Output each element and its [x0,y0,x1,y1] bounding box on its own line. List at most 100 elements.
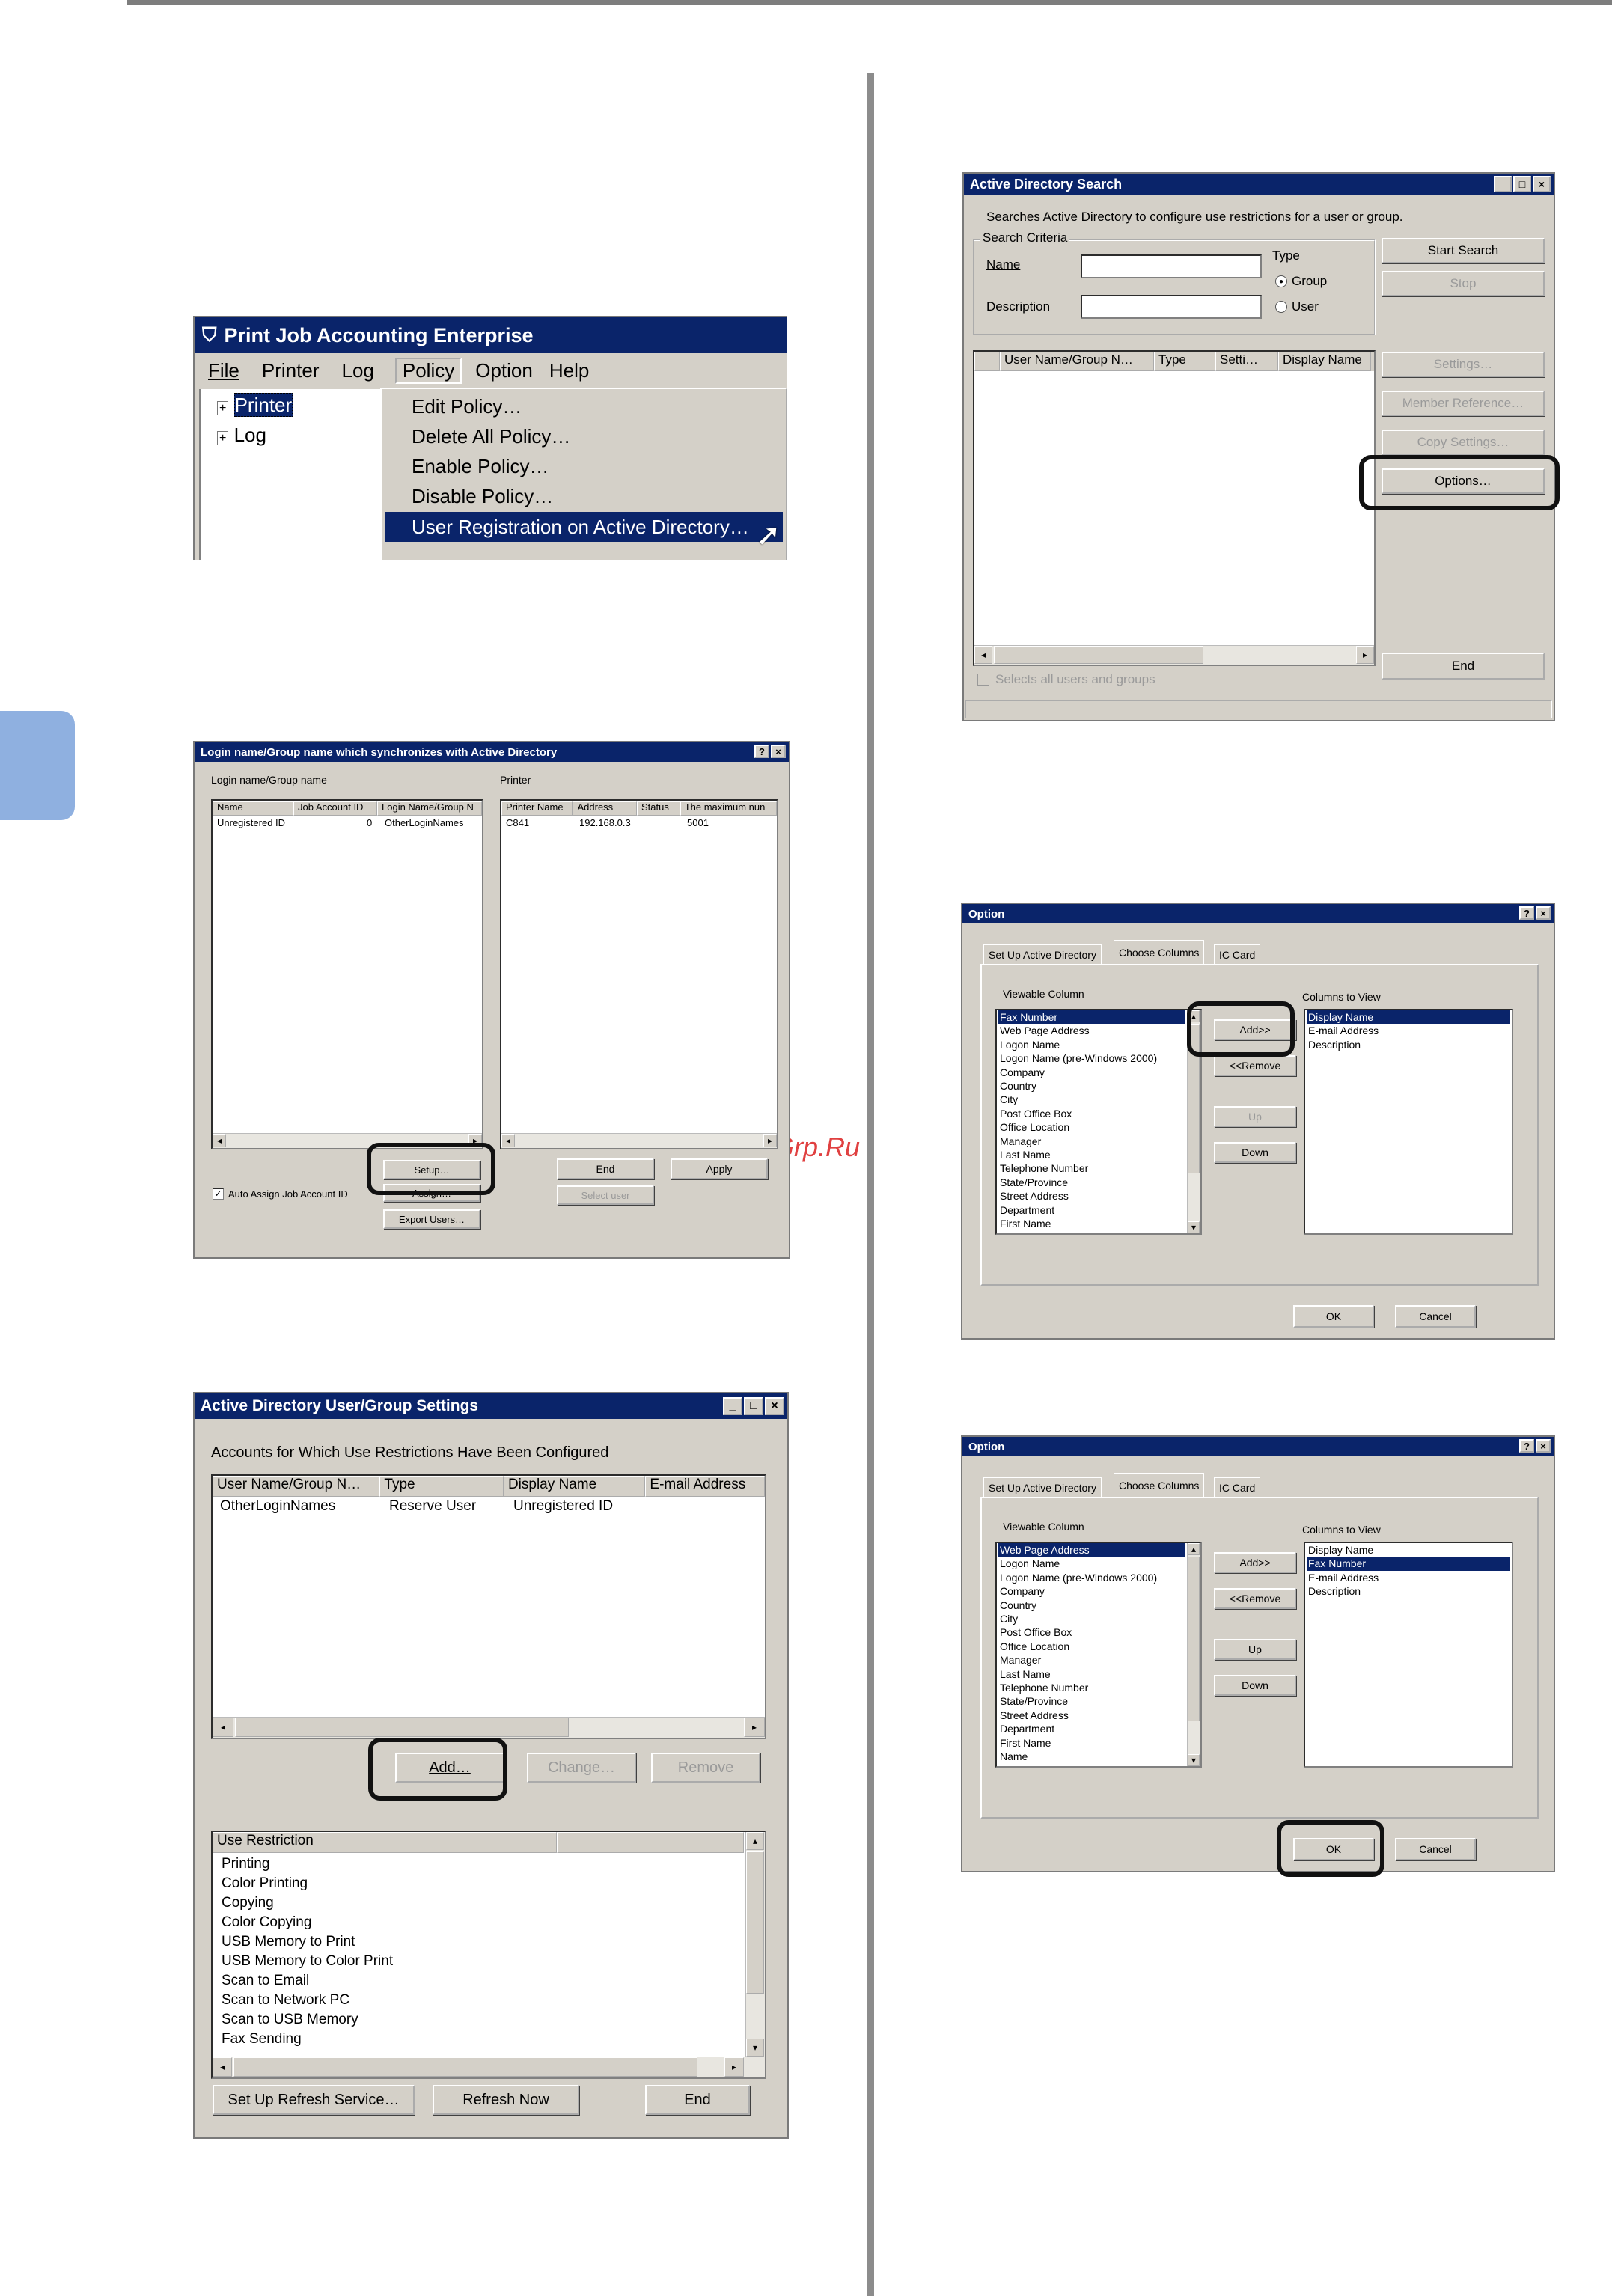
columns-to-view-list[interactable]: Display Name E-mail Address Description [1304,1009,1513,1235]
list-item[interactable]: First Name [998,1736,1185,1750]
minimize-icon[interactable]: _ [723,1397,742,1415]
list-item[interactable]: State/Province [998,1176,1185,1189]
export-users-button[interactable]: Export Users… [383,1209,480,1229]
close-icon[interactable]: × [1536,1439,1551,1453]
accounts-list[interactable]: User Name/Group N… Type Display Name E-mail… [211,1474,766,1739]
tab-choose-columns[interactable]: Choose Columns [1114,940,1205,964]
menu-policy[interactable]: Policy [394,357,462,384]
list-item[interactable]: Company [998,1066,1185,1079]
menu-help[interactable]: Help [549,359,589,382]
list-item[interactable]: Scan to USB Memory [220,2010,393,2030]
list-item[interactable]: City [998,1612,1185,1625]
list-item[interactable]: Web Page Address [998,1543,1185,1557]
horizontal-scrollbar[interactable]: ◂ ▸ [213,2057,765,2077]
columns-to-view-list[interactable]: Display Name Fax Number E-mail Address Desc… [1304,1542,1513,1768]
viewable-column-list[interactable]: Web Page Address Logon Name Logon Name (pr… [995,1542,1202,1768]
setup-refresh-service-button[interactable]: Set Up Refresh Service… [213,2085,415,2115]
list-item[interactable]: Color Printing [220,1874,393,1893]
vertical-scrollbar[interactable]: ▴ ▾ [1187,1543,1200,1766]
list-item[interactable]: Street Address [998,1709,1185,1722]
menu-log[interactable]: Log [341,359,373,382]
expand-icon[interactable]: + [217,431,229,445]
menu-item-delete-all-policy[interactable]: Delete All Policy… [412,425,570,448]
up-button[interactable]: Up [1214,1639,1296,1660]
list-item[interactable]: Name [998,1750,1185,1763]
horizontal-scrollbar[interactable]: ◂ ▸ [974,645,1374,665]
list-item[interactable]: Manager [998,1653,1185,1667]
list-item[interactable]: E-mail Address [1307,1571,1510,1584]
list-item[interactable]: Office Location [998,1640,1185,1653]
remove-columns-button[interactable]: <<Remove [1214,1055,1296,1076]
cancel-button[interactable]: Cancel [1395,1305,1476,1328]
up-button[interactable]: Up [1214,1106,1296,1127]
close-icon[interactable]: × [1533,176,1551,192]
vertical-scrollbar[interactable]: ▴ ▾ [745,1832,765,2057]
menu-item-disable-policy[interactable]: Disable Policy… [412,485,553,508]
cancel-button[interactable]: Cancel [1395,1838,1476,1860]
list-item[interactable]: Logon Name (pre-Windows 2000) [998,1571,1185,1584]
list-item[interactable]: Scan to Network PC [220,1991,393,2010]
list-item[interactable]: Street Address [998,1189,1185,1203]
add-columns-button[interactable]: Add>> [1214,1552,1296,1573]
list-item[interactable]: Description [1307,1584,1510,1598]
help-icon[interactable]: ? [754,745,769,758]
list-item[interactable]: First Name [998,1217,1185,1230]
list-item[interactable]: Last Name [998,1667,1185,1681]
down-button[interactable]: Down [1214,1675,1296,1696]
list-item[interactable]: Display Name [1307,1010,1510,1025]
list-item[interactable]: Copying [220,1893,393,1913]
list-item[interactable]: Company [998,1584,1185,1598]
tab-ic-card[interactable]: IC Card [1214,944,1261,964]
list-item[interactable]: Logon Name [998,1557,1185,1570]
tab-ic-card[interactable]: IC Card [1214,1477,1261,1497]
viewable-column-list[interactable]: Fax Number Web Page Address Logon Name Logo… [995,1009,1202,1235]
list-item[interactable]: Telephone Number [998,1161,1185,1175]
refresh-now-button[interactable]: Refresh Now [433,2085,579,2115]
name-input[interactable] [1081,254,1262,278]
remove-columns-button[interactable]: <<Remove [1214,1588,1296,1609]
tab-set-up-active-directory[interactable]: Set Up Active Directory [983,944,1102,964]
help-icon[interactable]: ? [1519,1439,1534,1453]
description-input[interactable] [1081,295,1262,319]
menu-file[interactable]: File [208,359,239,382]
list-item[interactable]: Scan to Email [220,1971,393,1991]
printer-list[interactable]: Printer Name Address Status The maximum nun… [500,799,778,1149]
end-button[interactable]: End [1382,653,1545,680]
list-item[interactable]: Logon Name [998,1038,1185,1051]
horizontal-scrollbar[interactable]: ◂ ▸ [501,1133,777,1148]
list-item[interactable]: Office Location [998,1120,1185,1134]
list-item[interactable]: Web Page Address [998,1024,1185,1037]
list-item[interactable]: Fax Number [1307,1557,1510,1571]
list-item[interactable]: Description [1307,1038,1510,1051]
list-item[interactable]: Country [998,1599,1185,1612]
list-item[interactable]: Printing [220,1854,393,1874]
select-all-checkbox[interactable]: Selects all users and groups [977,672,1155,687]
change-button[interactable]: Change… [527,1753,636,1783]
list-item[interactable]: Manager [998,1135,1185,1148]
list-item[interactable]: Fax Sending [220,2030,393,2049]
menu-item-enable-policy[interactable]: Enable Policy… [412,455,549,478]
list-item[interactable]: Department [998,1203,1185,1217]
menu-option[interactable]: Option [475,359,533,382]
list-item[interactable]: Country [998,1079,1185,1093]
end-button[interactable]: End [557,1158,654,1179]
list-item[interactable]: E-mail Address [1307,1024,1510,1037]
help-icon[interactable]: ? [1519,906,1534,920]
group-radio[interactable]: ● Group [1275,274,1327,289]
menu-printer[interactable]: Printer [262,359,320,382]
list-item[interactable]: City [998,1093,1185,1106]
tab-set-up-active-directory[interactable]: Set Up Active Directory [983,1477,1102,1497]
list-item[interactable]: Fax Number [998,1010,1185,1025]
search-results-list[interactable]: User Name/Group N… Type Setti… Display Name… [973,350,1376,666]
list-item[interactable]: C841 [506,817,529,828]
ok-button[interactable]: OK [1293,1305,1374,1328]
list-item[interactable]: Department [998,1722,1185,1735]
list-item[interactable]: Logon Name (pre-Windows 2000) [998,1051,1185,1065]
down-button[interactable]: Down [1214,1142,1296,1163]
tree-item-log[interactable]: + Log [217,424,266,447]
account-list[interactable]: Name Job Account ID Login Name/Group N Unr… [211,799,483,1149]
menu-item-edit-policy[interactable]: Edit Policy… [412,395,522,418]
close-icon[interactable]: × [1536,906,1551,920]
auto-assign-checkbox[interactable]: ✓ Auto Assign Job Account ID [213,1188,348,1200]
list-item[interactable]: State/Province [998,1694,1185,1708]
